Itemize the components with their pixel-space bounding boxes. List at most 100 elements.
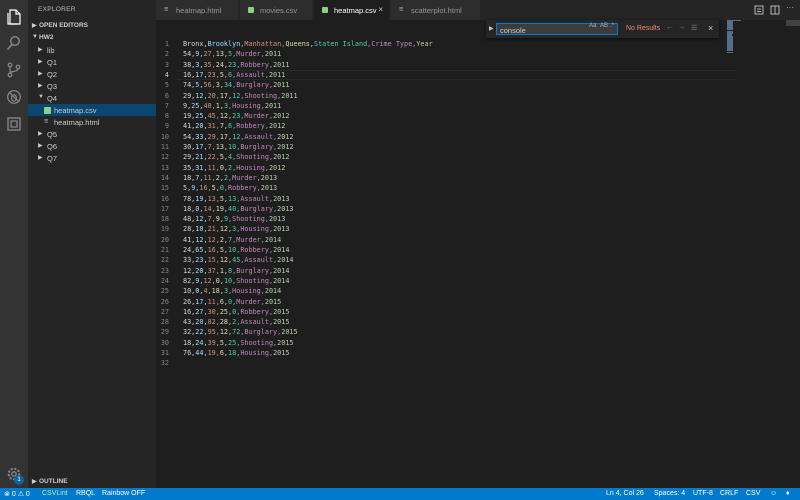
- tree-item-label: Q3: [47, 81, 58, 91]
- notifications-icon[interactable]: ♦: [786, 490, 790, 497]
- tab-scatterplot-html[interactable]: ≡ scatterplot.html: [391, 0, 481, 20]
- code-line[interactable]: 18,0,14,19,40,Burglary,2013: [183, 205, 294, 213]
- tab-heatmap-csv[interactable]: heatmap.csv ×: [314, 0, 390, 20]
- toggle-replace-icon[interactable]: ▶: [489, 25, 494, 32]
- line-number: 4: [164, 70, 169, 79]
- code-line[interactable]: 12,20,37,1,8,Burglary,2014: [183, 267, 289, 275]
- scrollbar-slider[interactable]: [786, 20, 800, 26]
- code-line[interactable]: 41,20,31,7,6,Robbery,2012: [183, 122, 285, 130]
- feedback-icon[interactable]: ☺: [770, 490, 777, 497]
- chevron-right-icon: ▶: [38, 59, 43, 65]
- close-find-icon[interactable]: ×: [708, 23, 713, 33]
- tree-item-label: Q4: [47, 93, 58, 103]
- code-line[interactable]: 48,12,7,9,9,Shooting,2013: [183, 215, 285, 223]
- tab-label: heatmap.csv: [334, 6, 377, 15]
- code-line[interactable]: 18,7,11,2,2,Murder,2013: [183, 174, 277, 182]
- code-line[interactable]: 19,25,45,12,23,Murder,2012: [183, 112, 289, 120]
- close-tab-icon[interactable]: ×: [378, 5, 383, 14]
- code-line[interactable]: 35,31,11,0,2,Housing,2012: [183, 164, 285, 172]
- tree-folder[interactable]: ▶ lib: [28, 44, 156, 56]
- explorer-sidebar: EXPLORER ▶ OPEN EDITORS ▼ HW2 ▶ lib ▶ Q1 ▶ Q2…: [28, 0, 156, 488]
- code-line[interactable]: 78,19,13,5,13,Assault,2013: [183, 195, 289, 203]
- csv-file-icon: [44, 107, 51, 114]
- line-number: 29: [160, 328, 169, 337]
- minimap[interactable]: [727, 20, 741, 54]
- tab-movies-csv[interactable]: movies.csv: [240, 0, 313, 20]
- open-changes-icon[interactable]: [754, 5, 764, 15]
- split-editor-icon[interactable]: [770, 5, 780, 15]
- line-number: 13: [160, 163, 169, 172]
- code-line[interactable]: 38,3,35,24,23,Robbery,2011: [183, 61, 289, 69]
- code-line[interactable]: 28,10,21,12,3,Housing,2013: [183, 225, 289, 233]
- line-number: 10: [160, 132, 169, 141]
- code-line[interactable]: 41,12,12,2,7,Murder,2014: [183, 236, 281, 244]
- minimap-line: [727, 51, 733, 53]
- find-in-selection-icon[interactable]: ☰: [691, 24, 697, 32]
- code-line[interactable]: 54,9,27,13,5,Murder,2011: [183, 50, 281, 58]
- rbql-button[interactable]: RBQL: [76, 490, 95, 497]
- line-number: 32: [160, 359, 169, 368]
- files-icon[interactable]: [6, 9, 22, 25]
- more-actions-icon[interactable]: ···: [786, 3, 796, 13]
- code-line[interactable]: 18,24,39,5,25,Shooting,2015: [183, 339, 294, 347]
- tree-folder[interactable]: ▶ Q2: [28, 68, 156, 80]
- workspace-section[interactable]: ▼ HW2: [28, 32, 156, 43]
- line-number: 2: [164, 50, 169, 59]
- code-line[interactable]: 30,17,7,13,10,Burglary,2012: [183, 143, 294, 151]
- html-file-icon: ≡: [399, 5, 404, 13]
- tab-label: scatterplot.html: [411, 6, 462, 15]
- chevron-down-icon: ▼: [32, 34, 38, 40]
- code-line[interactable]: 26,17,11,6,0,Murder,2015: [183, 298, 281, 306]
- code-line[interactable]: 76,44,19,6,18,Housing,2015: [183, 349, 289, 357]
- tree-folder[interactable]: ▶ Q1: [28, 56, 156, 68]
- code-line[interactable]: 16,17,23,5,6,Assault,2011: [183, 71, 285, 79]
- code-line[interactable]: 82,9,12,0,10,Shooting,2014: [183, 277, 289, 285]
- source-control-icon[interactable]: [6, 62, 22, 78]
- tree-file[interactable]: ≡ heatmap.html: [28, 116, 156, 128]
- code-line[interactable]: 54,33,29,17,12,Assault,2012: [183, 133, 294, 141]
- csvlint-button[interactable]: CSVLint: [42, 490, 68, 497]
- tab-heatmap-html[interactable]: ≡ heatmap.html: [156, 0, 239, 20]
- debug-icon[interactable]: [6, 89, 22, 105]
- chevron-right-icon: ▶: [38, 47, 43, 53]
- chevron-right-icon: ▶: [38, 131, 43, 137]
- search-icon[interactable]: [6, 35, 22, 51]
- indentation[interactable]: Spaces: 4: [654, 490, 685, 497]
- code-line[interactable]: 29,21,22,5,4,Shooting,2012: [183, 153, 289, 161]
- tree-folder[interactable]: ▶ Q5: [28, 128, 156, 140]
- code-line[interactable]: 16,27,30,25,0,Robbery,2015: [183, 308, 289, 316]
- line-number: 16: [160, 194, 169, 203]
- whole-word-option[interactable]: AB: [600, 23, 608, 29]
- cursor-position[interactable]: Ln 4, Col 26: [606, 490, 644, 497]
- tree-file[interactable]: heatmap.csv: [28, 104, 156, 116]
- code-line[interactable]: 24,65,16,5,10,Robbery,2014: [183, 246, 289, 254]
- outline-section[interactable]: ▶ OUTLINE: [28, 476, 156, 487]
- code-line[interactable]: 43,20,82,28,2,Assault,2015: [183, 318, 289, 326]
- find-widget: ▶ console Aa AB .* No Results ← → ☰ ×: [486, 20, 719, 38]
- code-line[interactable]: 74,5,56,3,34,Burglary,2011: [183, 81, 289, 89]
- match-case-option[interactable]: Aa: [589, 23, 596, 29]
- encoding[interactable]: UTF-8: [693, 490, 713, 497]
- next-match-icon[interactable]: →: [678, 24, 685, 31]
- language-mode[interactable]: CSV: [746, 490, 760, 497]
- code-line[interactable]: 29,12,20,17,12,Shooting,2011: [183, 92, 298, 100]
- code-line[interactable]: Bronx,Brooklyn,Manhattan,Queens,Staten I…: [183, 40, 433, 48]
- regex-option[interactable]: .*: [610, 23, 614, 29]
- previous-match-icon[interactable]: ←: [666, 24, 673, 31]
- code-line[interactable]: 9,25,40,1,3,Housing,2011: [183, 102, 281, 110]
- tree-folder[interactable]: ▶ Q6: [28, 140, 156, 152]
- problems-indicator[interactable]: ⊗ 0 ⚠ 0: [4, 490, 30, 498]
- code-line[interactable]: 32,22,95,12,72,Burglary,2015: [183, 328, 298, 336]
- rainbow-toggle[interactable]: Rainbow OFF: [102, 490, 145, 497]
- tree-folder[interactable]: ▶ Q3: [28, 80, 156, 92]
- extensions-icon[interactable]: [6, 116, 22, 132]
- code-line[interactable]: 10,0,4,18,3,Housing,2014: [183, 287, 281, 295]
- end-of-line[interactable]: CRLF: [720, 490, 738, 497]
- code-line[interactable]: 5,9,16,5,0,Robbery,2013: [183, 184, 277, 192]
- code-line[interactable]: 33,23,15,12,45,Assault,2014: [183, 256, 294, 264]
- status-bar: ⊗ 0 ⚠ 0 CSVLint RBQL Rainbow OFF Ln 4, C…: [0, 488, 800, 500]
- editor-area[interactable]: 1 Bronx,Brooklyn,Manhattan,Queens,Staten …: [156, 20, 800, 488]
- open-editors-section[interactable]: ▶ OPEN EDITORS: [28, 20, 156, 31]
- tree-folder[interactable]: ▼ Q4: [28, 92, 156, 104]
- tree-folder[interactable]: ▶ Q7: [28, 152, 156, 164]
